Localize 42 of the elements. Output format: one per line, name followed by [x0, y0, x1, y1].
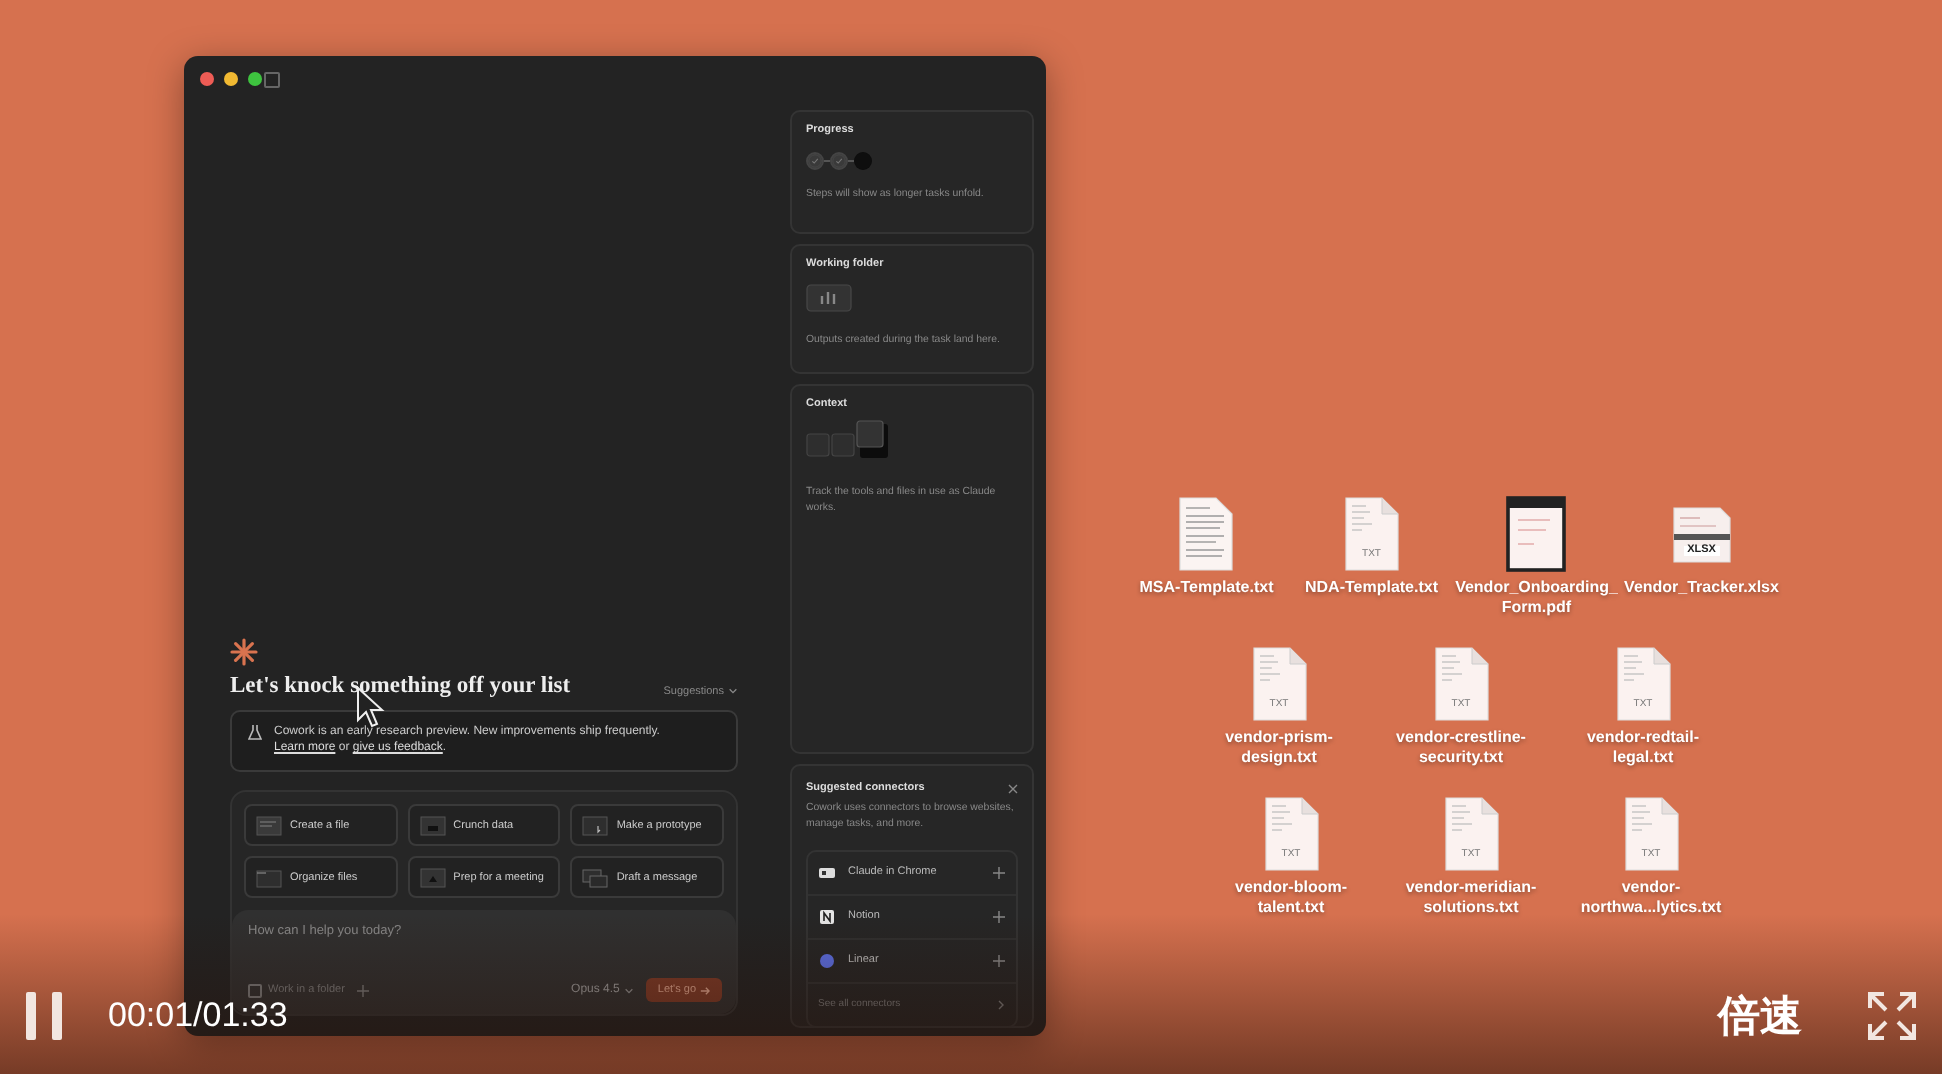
file-name[interactable]: vendor-prism-design.txt [1197, 728, 1361, 768]
file-name[interactable]: NDA-Template.txt [1289, 578, 1454, 598]
close-icon[interactable] [1008, 783, 1018, 793]
fullscreen-button[interactable] [1866, 990, 1918, 1042]
checkbox[interactable] [248, 983, 262, 997]
file-name[interactable]: vendor-redtail-legal.txt [1561, 728, 1725, 768]
thumbnail-icon [419, 867, 446, 887]
connector-logo-icon [818, 863, 836, 882]
flask-icon [248, 723, 262, 740]
sidebar-toggle-icon[interactable] [264, 72, 280, 88]
playback-speed-button[interactable]: 倍速 [1718, 988, 1802, 1044]
arrow-right-icon [700, 985, 710, 995]
pause-button[interactable] [24, 990, 64, 1042]
minimize-button[interactable] [224, 72, 238, 86]
thumbnail-icon [256, 867, 282, 887]
thumbnail-icon [582, 815, 609, 835]
playback-time: 00:01/01:33 [108, 996, 288, 1036]
file-name[interactable]: Vendor_Onboarding_Form.pdf [1454, 578, 1619, 618]
file-icon[interactable] [1506, 496, 1567, 572]
chevron-down-icon [728, 686, 738, 697]
chevron-right-icon [996, 999, 1006, 1010]
file-name[interactable]: Vendor_Tracker.xlsx [1619, 578, 1784, 598]
heading: Let's knock something off your list [230, 673, 571, 698]
connector-logo-icon [818, 907, 836, 926]
sparkle-icon [230, 637, 258, 666]
thumbnail-icon [419, 815, 446, 835]
file-name[interactable]: vendor-bloom-talent.txt [1209, 878, 1373, 918]
chevron-down-icon [623, 985, 634, 995]
plus-icon[interactable] [992, 865, 1006, 880]
connector-logo-icon [818, 951, 836, 970]
file-name[interactable]: vendor-crestline-security.txt [1379, 728, 1543, 768]
plus-icon[interactable] [992, 909, 1006, 924]
plus-icon[interactable] [992, 953, 1006, 968]
thumbnail-icon [256, 815, 282, 835]
file-name[interactable]: MSA-Template.txt [1124, 578, 1289, 598]
thumbnail-icon [582, 867, 609, 887]
tool-cards-drawing [806, 420, 890, 460]
bar-chart-icon [806, 284, 852, 312]
file-name[interactable]: vendor-northwa...lytics.txt [1569, 878, 1733, 918]
close-button[interactable] [200, 72, 214, 86]
zoom-button[interactable] [248, 72, 262, 86]
file-name[interactable]: vendor-meridian-solutions.txt [1389, 878, 1553, 918]
